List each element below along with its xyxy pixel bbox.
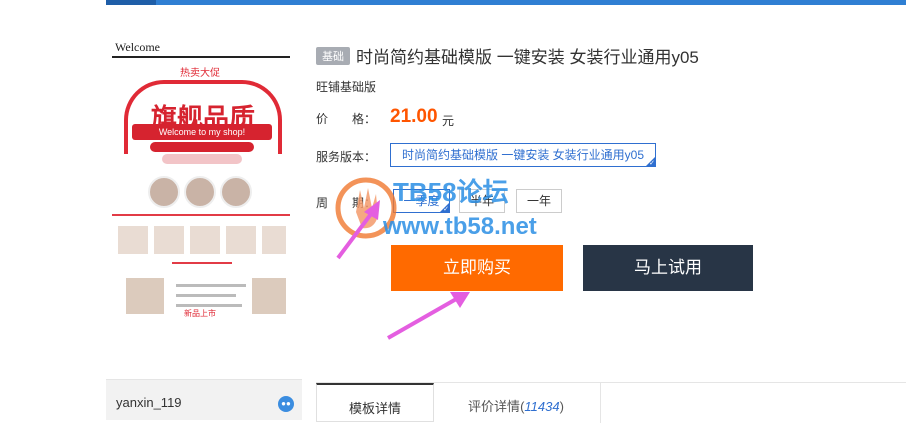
tier-badge: 基础 — [316, 47, 350, 65]
thumbnail-pill — [150, 142, 254, 152]
seller-panel: yanxin_119 ●● — [106, 379, 302, 420]
thumbnail-text-line — [176, 294, 236, 297]
thumbnail-pill — [162, 154, 242, 164]
thumbnail-subline: Welcome to my shop! — [158, 127, 246, 137]
period-option-year[interactable]: 一年 — [516, 189, 562, 213]
thumbnail-product-box — [252, 278, 286, 314]
thumbnail-model-circle — [148, 176, 180, 208]
tab-label: 评价详情 — [468, 399, 521, 414]
price-value: 21.00 — [390, 106, 438, 127]
tab-reviews[interactable]: 评价详情(11434) — [456, 383, 576, 419]
shop-edition: 旺铺基础版 — [316, 80, 377, 94]
product-title-text: 时尚简约基础模版 一键安装 女装行业通用y05 — [356, 48, 699, 67]
thumbnail-text-line — [176, 304, 242, 307]
review-count: 11434 — [524, 399, 560, 414]
product-title: 基础 时尚简约基础模版 一键安装 女装行业通用y05 — [316, 43, 699, 68]
version-option[interactable]: 时尚简约基础模版 一键安装 女装行业通用y05 ✓ — [390, 143, 656, 167]
top-accent-bar — [106, 0, 906, 5]
thumbnail-new-label: 新品上市 — [184, 309, 216, 318]
version-label: 服务版本： — [316, 150, 377, 164]
thumbnail-model-circle — [184, 176, 216, 208]
seller-username[interactable]: yanxin_119 — [116, 395, 182, 410]
thumbnail-tile — [226, 226, 256, 254]
thumbnail-tile — [118, 226, 148, 254]
thumbnail-tile — [190, 226, 220, 254]
period-option-text: 一年 — [526, 194, 551, 208]
thumbnail-tile — [262, 226, 286, 254]
tab-template-details[interactable]: 模板详情 — [316, 383, 434, 422]
price-label: 价 格： — [316, 112, 377, 126]
price-currency: 元 — [442, 114, 455, 128]
arrow-line — [336, 208, 376, 260]
thumbnail-text-line — [176, 284, 246, 287]
thumbnail-welcome-text: Welcome — [115, 40, 161, 54]
top-accent-bar-segment — [106, 0, 156, 5]
thumbnail-header-bar — [112, 56, 290, 58]
thumbnail-tile — [154, 226, 184, 254]
thumbnail-model-circle — [220, 176, 252, 208]
thumbnail-divider — [172, 262, 232, 264]
thumbnail-product-box — [126, 278, 164, 314]
product-preview-image[interactable]: Welcome 热卖大促 旗舰品质 Welcome to my shop! 新品… — [112, 38, 290, 318]
tab-label: 模板详情 — [348, 401, 401, 416]
thumbnail-divider — [112, 214, 290, 216]
thumbnail-promo-text: 热卖大促 — [180, 68, 220, 79]
check-icon: ✓ — [649, 160, 655, 167]
version-option-text: 时尚简约基础模版 一键安装 女装行业通用y05 — [401, 148, 645, 162]
detail-tabs: 模板详情 评价详情(11434) — [316, 382, 906, 423]
chat-icon[interactable]: ●● — [278, 396, 294, 412]
annotation-arrows — [336, 200, 470, 340]
try-now-button[interactable]: 马上试用 — [583, 245, 753, 291]
check-icon: ✓ — [443, 206, 449, 213]
arrow-line — [387, 296, 459, 340]
thumbnail-ribbon: Welcome to my shop! — [132, 124, 272, 140]
tab-divider — [600, 383, 601, 423]
